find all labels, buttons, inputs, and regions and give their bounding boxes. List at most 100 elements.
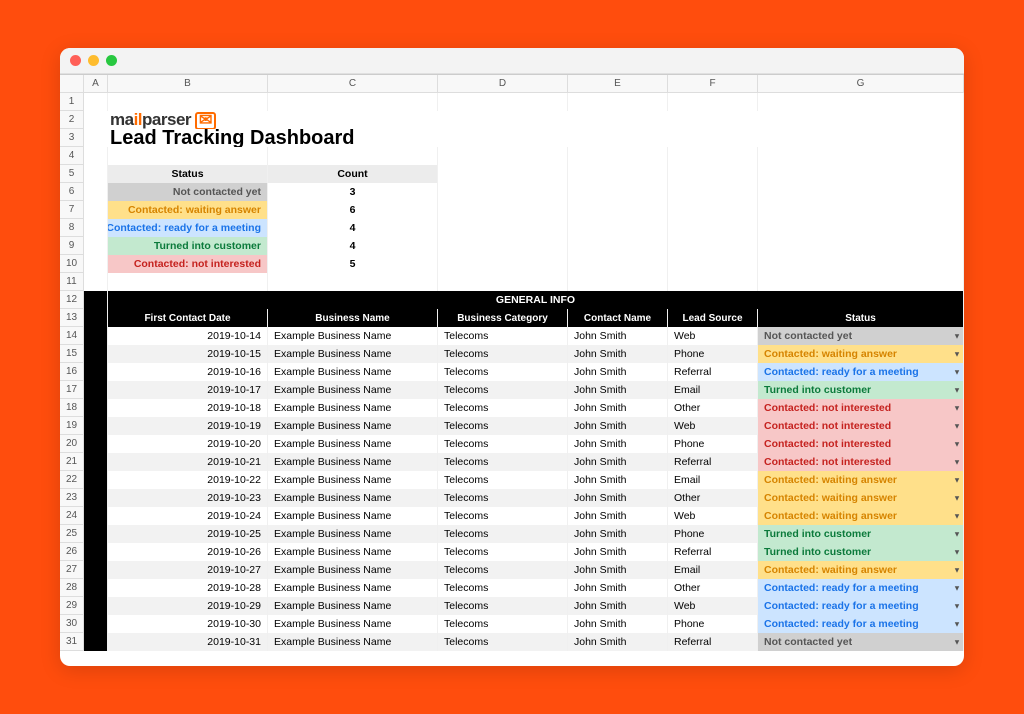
cell-status-dropdown[interactable]: Contacted: not interested xyxy=(758,435,964,453)
cell-contact[interactable]: John Smith xyxy=(568,345,668,363)
cell-business[interactable]: Example Business Name xyxy=(268,471,438,489)
row-header[interactable]: 2 xyxy=(60,111,84,129)
cell-status-dropdown[interactable]: Contacted: ready for a meeting xyxy=(758,579,964,597)
row-header[interactable]: 31 xyxy=(60,633,84,651)
cell-status-dropdown[interactable]: Turned into customer xyxy=(758,525,964,543)
row-header[interactable]: 23 xyxy=(60,489,84,507)
row-header[interactable]: 16 xyxy=(60,363,84,381)
cell-source[interactable]: Referral xyxy=(668,363,758,381)
column-header[interactable]: G xyxy=(758,75,964,93)
row-header[interactable]: 11 xyxy=(60,273,84,291)
cell-category[interactable]: Telecoms xyxy=(438,399,568,417)
cell-category[interactable]: Telecoms xyxy=(438,561,568,579)
column-header[interactable]: B xyxy=(108,75,268,93)
cell-source[interactable]: Referral xyxy=(668,633,758,651)
cell-business[interactable]: Example Business Name xyxy=(268,615,438,633)
cell-business[interactable]: Example Business Name xyxy=(268,345,438,363)
cell-status-dropdown[interactable]: Turned into customer xyxy=(758,381,964,399)
row-header[interactable]: 22 xyxy=(60,471,84,489)
close-icon[interactable] xyxy=(70,55,81,66)
table-header[interactable]: Business Name xyxy=(268,309,438,327)
cell-date[interactable]: 2019-10-21 xyxy=(108,453,268,471)
table-header[interactable]: First Contact Date xyxy=(108,309,268,327)
cell-category[interactable]: Telecoms xyxy=(438,615,568,633)
table-header[interactable]: Contact Name xyxy=(568,309,668,327)
row-header[interactable]: 28 xyxy=(60,579,84,597)
cell-category[interactable]: Telecoms xyxy=(438,489,568,507)
cell-contact[interactable]: John Smith xyxy=(568,615,668,633)
cell-source[interactable]: Email xyxy=(668,381,758,399)
cell-status-dropdown[interactable]: Contacted: waiting answer xyxy=(758,507,964,525)
column-header[interactable]: C xyxy=(268,75,438,93)
cell-date[interactable]: 2019-10-15 xyxy=(108,345,268,363)
cell-date[interactable]: 2019-10-14 xyxy=(108,327,268,345)
cell-category[interactable]: Telecoms xyxy=(438,381,568,399)
cell-category[interactable]: Telecoms xyxy=(438,327,568,345)
cell-category[interactable]: Telecoms xyxy=(438,345,568,363)
cell-date[interactable]: 2019-10-20 xyxy=(108,435,268,453)
cell-status-dropdown[interactable]: Contacted: ready for a meeting xyxy=(758,615,964,633)
cell-category[interactable]: Telecoms xyxy=(438,363,568,381)
cell-contact[interactable]: John Smith xyxy=(568,489,668,507)
cell-source[interactable]: Email xyxy=(668,561,758,579)
column-header[interactable]: E xyxy=(568,75,668,93)
column-header[interactable]: A xyxy=(84,75,108,93)
cell-source[interactable]: Referral xyxy=(668,543,758,561)
cell-business[interactable]: Example Business Name xyxy=(268,327,438,345)
cell-business[interactable]: Example Business Name xyxy=(268,435,438,453)
maximize-icon[interactable] xyxy=(106,55,117,66)
cell-contact[interactable]: John Smith xyxy=(568,507,668,525)
cell-category[interactable]: Telecoms xyxy=(438,417,568,435)
cell-date[interactable]: 2019-10-29 xyxy=(108,597,268,615)
row-header[interactable]: 14 xyxy=(60,327,84,345)
cell-source[interactable]: Phone xyxy=(668,435,758,453)
row-header[interactable]: 1 xyxy=(60,93,84,111)
cell-date[interactable]: 2019-10-18 xyxy=(108,399,268,417)
row-header[interactable]: 6 xyxy=(60,183,84,201)
cell-source[interactable]: Phone xyxy=(668,525,758,543)
minimize-icon[interactable] xyxy=(88,55,99,66)
row-header[interactable]: 3 xyxy=(60,129,84,147)
cell-business[interactable]: Example Business Name xyxy=(268,579,438,597)
cell-status-dropdown[interactable]: Contacted: not interested xyxy=(758,399,964,417)
cell-date[interactable]: 2019-10-19 xyxy=(108,417,268,435)
cell-status-dropdown[interactable]: Not contacted yet xyxy=(758,327,964,345)
row-header[interactable]: 21 xyxy=(60,453,84,471)
row-header[interactable]: 29 xyxy=(60,597,84,615)
cell-date[interactable]: 2019-10-25 xyxy=(108,525,268,543)
cell-business[interactable]: Example Business Name xyxy=(268,363,438,381)
cell-date[interactable]: 2019-10-16 xyxy=(108,363,268,381)
cell-category[interactable]: Telecoms xyxy=(438,507,568,525)
cell-date[interactable]: 2019-10-28 xyxy=(108,579,268,597)
cell-date[interactable]: 2019-10-31 xyxy=(108,633,268,651)
cell-contact[interactable]: John Smith xyxy=(568,327,668,345)
row-header[interactable]: 30 xyxy=(60,615,84,633)
cell-category[interactable]: Telecoms xyxy=(438,453,568,471)
row-header[interactable]: 19 xyxy=(60,417,84,435)
cell-category[interactable]: Telecoms xyxy=(438,633,568,651)
cell-source[interactable]: Other xyxy=(668,489,758,507)
column-header[interactable]: D xyxy=(438,75,568,93)
row-header[interactable]: 20 xyxy=(60,435,84,453)
row-header[interactable]: 27 xyxy=(60,561,84,579)
spreadsheet-grid[interactable]: ABCDEFG12mailparser✉3Lead Tracking Dashb… xyxy=(60,74,964,666)
cell-contact[interactable]: John Smith xyxy=(568,525,668,543)
row-header[interactable]: 7 xyxy=(60,201,84,219)
cell-status-dropdown[interactable]: Contacted: waiting answer xyxy=(758,345,964,363)
cell-business[interactable]: Example Business Name xyxy=(268,507,438,525)
cell-source[interactable]: Referral xyxy=(668,453,758,471)
cell-source[interactable]: Web xyxy=(668,507,758,525)
row-header[interactable]: 24 xyxy=(60,507,84,525)
row-header[interactable]: 25 xyxy=(60,525,84,543)
cell-category[interactable]: Telecoms xyxy=(438,525,568,543)
cell-status-dropdown[interactable]: Contacted: not interested xyxy=(758,453,964,471)
cell-contact[interactable]: John Smith xyxy=(568,363,668,381)
cell-category[interactable]: Telecoms xyxy=(438,579,568,597)
cell-status-dropdown[interactable]: Contacted: waiting answer xyxy=(758,489,964,507)
cell-date[interactable]: 2019-10-27 xyxy=(108,561,268,579)
cell-contact[interactable]: John Smith xyxy=(568,579,668,597)
cell-contact[interactable]: John Smith xyxy=(568,453,668,471)
cell-category[interactable]: Telecoms xyxy=(438,471,568,489)
row-header[interactable]: 26 xyxy=(60,543,84,561)
cell-contact[interactable]: John Smith xyxy=(568,633,668,651)
